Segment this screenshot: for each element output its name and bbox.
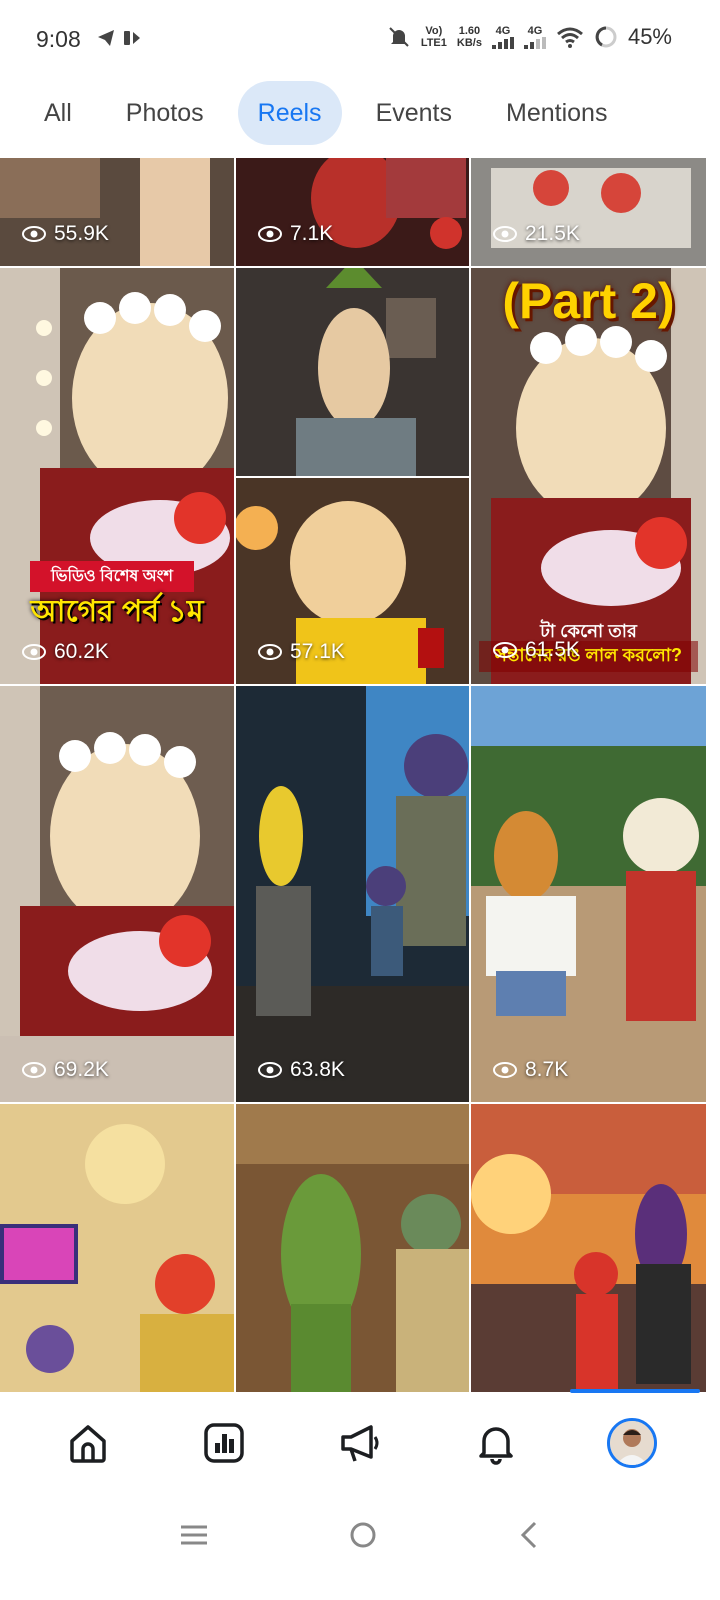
signal-1: 4G [491, 25, 514, 49]
bottom-nav [0, 1398, 720, 1488]
battery-icon [595, 26, 617, 48]
speed-unit: KB/s [456, 37, 482, 49]
nav-notifications[interactable] [461, 1408, 531, 1478]
volte-bottom: LTE1 [420, 37, 447, 49]
view-count-text: 21.5K [525, 222, 580, 245]
volte-top: Vo) [425, 25, 443, 37]
reel-tile[interactable]: 7.1K [236, 158, 469, 266]
reel-thumbnail [236, 268, 469, 684]
filter-tabs: All Photos Reels Events Mentions [0, 78, 720, 148]
view-count: 69.2K [22, 1058, 109, 1082]
reel-tile[interactable] [0, 1104, 234, 1392]
view-count-text: 60.2K [54, 640, 109, 663]
speed-value: 1.60 [458, 25, 481, 37]
eye-icon [258, 226, 282, 242]
view-count: 63.8K [258, 1058, 345, 1082]
tab-photos[interactable]: Photos [106, 81, 224, 145]
signal-2: 4G [523, 25, 546, 49]
view-count: 7.1K [258, 222, 333, 246]
eye-icon [22, 644, 46, 660]
reel-tile[interactable]: 69.2K [0, 686, 234, 1102]
reel-tile[interactable]: 8.7K [471, 686, 706, 1102]
avatar-image [610, 1421, 654, 1465]
back-icon[interactable] [517, 1520, 541, 1550]
reel-tile[interactable]: 63.8K [236, 686, 469, 1102]
wifi-icon [556, 27, 583, 48]
mute-icon [389, 27, 409, 47]
volte-indicator: Vo) LTE1 [421, 25, 447, 49]
status-bar: 9:08 Vo) LTE1 1.60 KB/s 4G 4G 45% [0, 0, 720, 80]
signal-1-label: 4G [495, 25, 511, 37]
nav-home[interactable] [53, 1408, 123, 1478]
view-count-text: 57.1K [290, 640, 345, 663]
status-right: Vo) LTE1 1.60 KB/s 4G 4G 45% [387, 24, 672, 50]
reel-thumbnail [236, 1104, 469, 1392]
eye-icon [493, 1062, 517, 1078]
eye-icon [258, 644, 282, 660]
tab-mentions[interactable]: Mentions [486, 81, 627, 145]
reel-tile[interactable] [471, 1104, 706, 1392]
bell-icon [479, 1427, 513, 1465]
reel-thumbnail [471, 1104, 706, 1392]
view-count-text: 63.8K [290, 1058, 345, 1081]
view-count: 57.1K [258, 640, 345, 664]
view-count-text: 61.5K [525, 638, 580, 661]
reel-thumbnail [471, 158, 706, 266]
megaphone-icon [341, 1425, 379, 1462]
dashboard-icon [204, 1423, 244, 1463]
nav-dashboard[interactable] [189, 1408, 259, 1478]
tab-events[interactable]: Events [356, 81, 472, 145]
battery-percent: 45% [627, 24, 672, 49]
signal-bars-icon [523, 37, 546, 49]
view-count: 60.2K [22, 640, 109, 664]
view-count: 55.9K [22, 222, 109, 246]
reel-tile[interactable]: 21.5K [471, 158, 706, 266]
reel-thumbnail [236, 686, 469, 1102]
profile-avatar [607, 1418, 657, 1468]
eye-icon [258, 1062, 282, 1078]
reel-thumbnail [0, 158, 234, 266]
reel-thumbnail [0, 686, 234, 1102]
view-count: 61.5K [493, 638, 580, 662]
reel-tile[interactable]: 57.1K [236, 268, 469, 684]
status-time: 9:08 [36, 26, 81, 52]
tab-all[interactable]: All [24, 81, 92, 145]
view-count: 8.7K [493, 1058, 568, 1082]
view-count-text: 55.9K [54, 222, 109, 245]
home-circle-icon[interactable] [348, 1520, 378, 1550]
reel-tile[interactable] [236, 1104, 469, 1392]
view-count-text: 8.7K [525, 1058, 569, 1081]
reel-thumbnail [0, 1104, 234, 1392]
reel-tile[interactable]: 55.9K [0, 158, 234, 266]
eye-icon [493, 226, 517, 242]
reels-grid: 55.9K 7.1K 21.5K ভিডিও বিশেষ অংশ আগের পর… [0, 158, 706, 1392]
reel-thumbnail [236, 158, 469, 266]
eye-icon [22, 1062, 46, 1078]
sim-icon [124, 31, 140, 45]
scroll-progress-indicator [570, 1389, 700, 1393]
eye-icon [493, 642, 517, 658]
view-count-text: 7.1K [290, 222, 334, 245]
speed-indicator: 1.60 KB/s [457, 25, 482, 49]
home-icon [70, 1425, 106, 1463]
telegram-icon [98, 30, 114, 46]
reel-thumbnail [471, 686, 706, 1102]
system-nav-bar [0, 1500, 720, 1570]
status-left-icons [96, 28, 144, 48]
nav-ads[interactable] [325, 1408, 395, 1478]
signal-2-label: 4G [527, 25, 543, 37]
recent-apps-icon[interactable] [179, 1523, 209, 1547]
view-count: 21.5K [493, 222, 580, 246]
eye-icon [22, 226, 46, 242]
reel-caption-main: আগের পর্ব ১ম [30, 595, 204, 628]
signal-bars-icon [491, 37, 514, 49]
nav-profile[interactable] [597, 1408, 667, 1478]
tab-reels[interactable]: Reels [237, 81, 342, 145]
reel-tile[interactable]: ভিডিও বিশেষ অংশ আগের পর্ব ১ম 60.2K [0, 268, 234, 684]
reel-tile[interactable]: (Part 2) টা কেনো তার সন্তানের রঙ লাল করল… [471, 268, 706, 684]
reel-caption-part: (Part 2) [502, 273, 675, 329]
view-count-text: 69.2K [54, 1058, 109, 1081]
